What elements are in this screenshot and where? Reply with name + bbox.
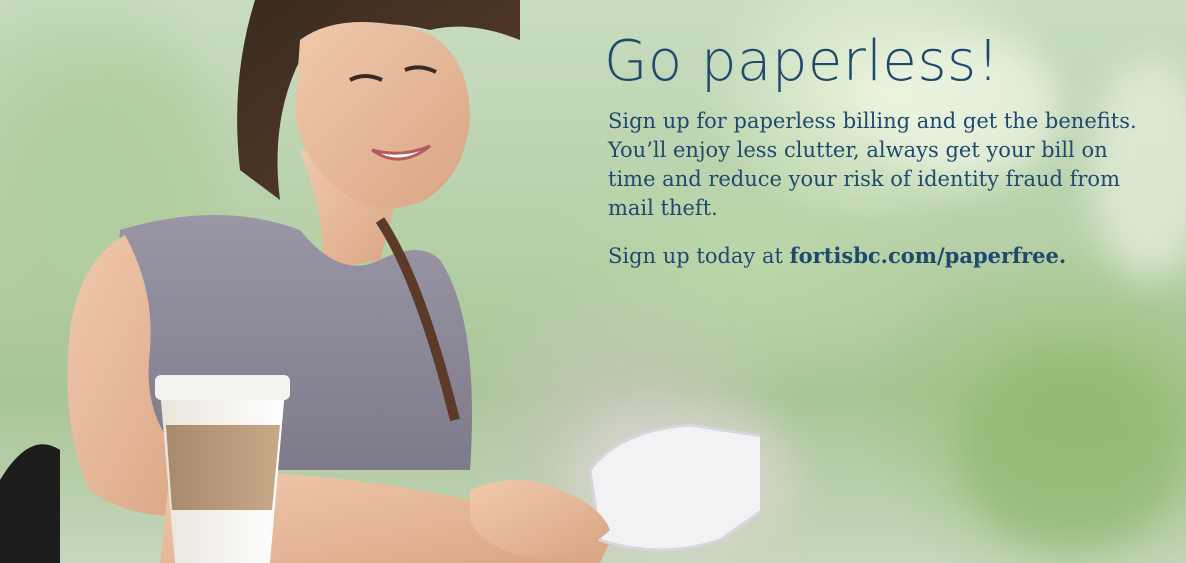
bag	[0, 444, 60, 563]
headline: Go paperless!	[604, 29, 1000, 94]
paperless-promo-banner: Go paperless! Sign up for paperless bill…	[0, 0, 1186, 563]
paperfree-link[interactable]: fortisbc.com/paperfree.	[790, 243, 1067, 268]
tablet	[588, 423, 760, 552]
coffee-sleeve	[166, 425, 280, 510]
promo-body-text: Sign up for paperless billing and get th…	[608, 108, 1137, 220]
promo-copy: Go paperless! Sign up for paperless bill…	[604, 26, 1164, 271]
background-bokeh	[960, 350, 1180, 550]
cta-prefix: Sign up today at	[608, 243, 790, 268]
call-to-action: Sign up today at fortisbc.com/paperfree.	[608, 241, 1164, 271]
coffee-cup-lid	[155, 375, 290, 400]
